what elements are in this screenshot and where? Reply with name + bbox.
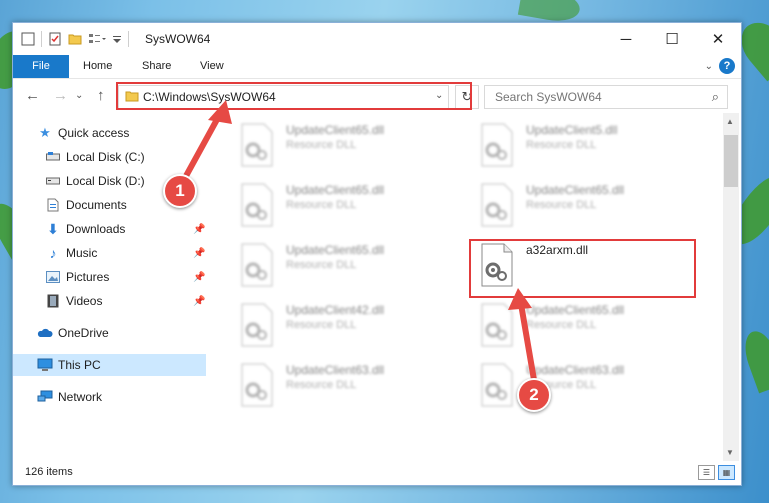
arrow-2 [508,288,537,383]
arrow-1 [183,100,232,179]
step-badge-2: 2 [517,378,551,412]
step-badge-1: 1 [163,174,197,208]
annotation-arrows [183,100,537,383]
